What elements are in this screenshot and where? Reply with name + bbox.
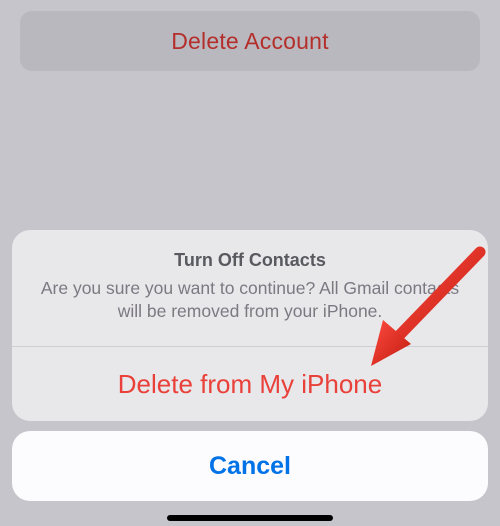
delete-from-iphone-button[interactable]: Delete from My iPhone	[12, 347, 488, 421]
action-sheet: Turn Off Contacts Are you sure you want …	[12, 230, 488, 421]
home-indicator	[167, 515, 333, 521]
cancel-button[interactable]: Cancel	[12, 431, 488, 501]
action-sheet-message: Are you sure you want to continue? All G…	[38, 277, 462, 324]
action-sheet-header: Turn Off Contacts Are you sure you want …	[12, 230, 488, 346]
delete-account-button[interactable]: Delete Account	[20, 11, 480, 71]
action-sheet-title: Turn Off Contacts	[38, 250, 462, 271]
